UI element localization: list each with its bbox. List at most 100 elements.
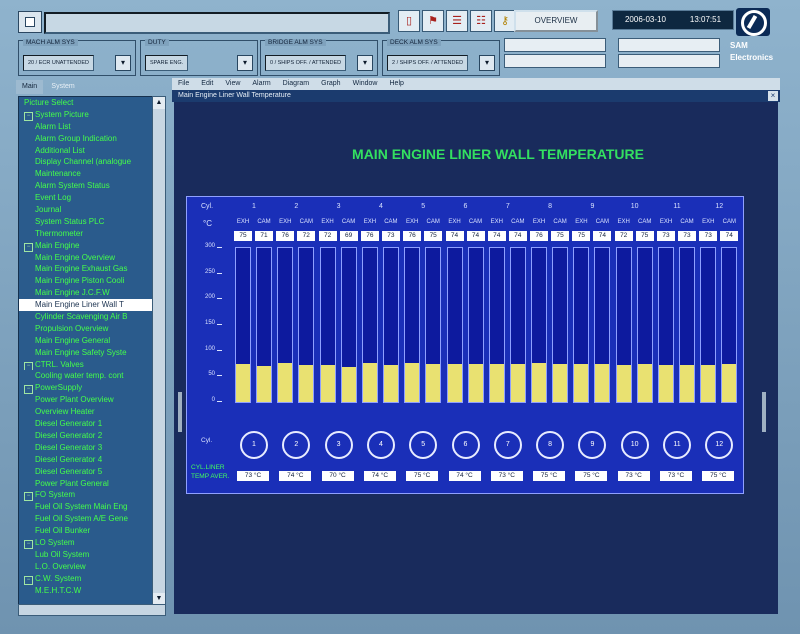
tree-item[interactable]: Picture Select [19,97,153,109]
tree-item[interactable]: Diesel Generator 1 [19,418,153,430]
tree-item[interactable]: − LO System [19,537,153,549]
cylinder-indicator[interactable]: 9 [578,431,607,459]
tree-item[interactable]: Power Plant General [19,478,153,490]
mach-alarm-group: MACH ALM SYS 20 / ECR UNATTENDED ▾ [18,39,136,76]
cylinder-indicator[interactable]: 10 [620,431,649,459]
tree-item[interactable]: Diesel Generator 3 [19,442,153,454]
tree-item[interactable]: − C.W. System [19,573,153,585]
close-icon[interactable]: × [768,91,778,101]
tree-item-label: Overview Heater [35,407,95,417]
blank-icon[interactable]: ▯ [398,10,420,32]
tree-item[interactable]: Fuel Oil Bunker [19,525,153,537]
cam-bar-track [552,247,569,403]
chevron-down-icon[interactable]: ▾ [237,55,253,71]
tree-item[interactable]: Alarm Group Indication [19,133,153,145]
avg-temp-value: 73 °C [617,471,650,481]
chevron-down-icon[interactable]: ▾ [115,55,131,71]
tree-item[interactable]: Power Plant Overview [19,394,153,406]
key-icon[interactable]: ⚷ [494,10,516,32]
flag-icon[interactable]: ⚑ [422,10,444,32]
report-icon[interactable]: ☰ [446,10,468,32]
expand-icon[interactable]: − [24,242,33,252]
exh-bar-track [615,247,632,403]
cam-bar-track [340,247,357,403]
cylinder-indicator[interactable]: 6 [451,431,480,459]
chevron-down-icon[interactable]: ▾ [357,55,373,71]
tree-item[interactable]: Alarm List [19,121,153,133]
tree-item[interactable]: − CTRL. Valves [19,359,153,371]
tree-item[interactable]: Thermometer [19,228,153,240]
menu-item[interactable]: Diagram [277,78,315,90]
cylinder-indicator[interactable]: 11 [663,431,691,459]
tree-item[interactable]: Propulsion Overview [19,323,153,335]
expand-icon[interactable]: − [24,385,33,395]
tree-item[interactable]: L.O. Overview [19,561,153,573]
tree-item[interactable]: Display Channel (analogue [19,156,153,168]
tree-item[interactable]: Main Engine J.C.F.W [19,287,153,299]
tree-item[interactable]: Diesel Generator 5 [19,466,153,478]
tree-item[interactable]: Main Engine General [19,335,153,347]
tree-item[interactable]: − PowerSupply [19,382,153,395]
cylinder-indicator[interactable]: 4 [366,431,395,459]
cylinder-indicator[interactable]: 1 [240,431,268,459]
expand-icon[interactable]: − [24,111,33,121]
menu-item[interactable]: Help [384,78,410,90]
tree-item[interactable]: Main Engine Exhaust Gas [19,263,153,275]
cylinder-indicator[interactable]: 3 [324,431,353,459]
report2-icon[interactable]: ☷ [470,10,492,32]
cam-value: 71 [255,231,273,241]
menu-item[interactable]: Window [347,78,384,90]
menu-item[interactable]: File [172,78,195,90]
menu-item[interactable]: Graph [315,78,346,90]
tree-item[interactable]: Main Engine Liner Wall T [19,299,153,312]
tree-item[interactable]: Maintenance [19,168,153,180]
tree-item[interactable]: Main Engine Safety Syste [19,347,153,359]
exh-bar-track [658,247,674,403]
cylinder-indicator[interactable]: 5 [409,431,438,459]
tree-item[interactable]: Diesel Generator 2 [19,430,153,442]
tree-item[interactable]: − FO System [19,489,153,502]
tree-item[interactable]: Journal [19,204,153,216]
tree-item[interactable]: Additional List [19,145,153,157]
cylinder-indicator[interactable]: 8 [536,431,565,459]
cylinder-indicator[interactable]: 12 [705,431,734,459]
tree-horizontal-scrollbar[interactable] [18,604,166,616]
tree-item[interactable]: Lub Oil System [19,549,153,561]
expand-icon[interactable]: − [24,539,33,549]
tree-item[interactable]: Event Log [19,192,153,204]
tree-item[interactable]: Fuel Oil System Main Eng [19,501,153,513]
tree-item[interactable]: Cylinder Scavenging Air B [19,311,153,323]
cam-label: CAM [638,219,652,225]
tree-item[interactable]: − Main Engine [19,240,153,252]
tree-item[interactable]: − System Picture [19,109,153,121]
exh-value: 72 [614,231,633,241]
tree-item[interactable]: Overview Heater [19,406,153,418]
mimic-canvas: MAIN ENGINE LINER WALL TEMPERATURE Cyl. … [174,102,778,614]
tree-item[interactable]: Alarm System Status [19,180,153,192]
y-tick-mark [217,401,222,402]
tree-item[interactable]: Diesel Generator 4 [19,454,153,466]
tree-item[interactable]: Fuel Oil System A/E Gene [19,513,153,525]
tree-item[interactable]: System Status PLC [19,216,153,228]
tree-item[interactable]: Main Engine Piston Cooli [19,275,153,287]
menu-item[interactable]: Edit [195,78,219,90]
tree-item[interactable]: M.E.H.T.C.W [19,585,153,597]
cylinder-indicator[interactable]: 2 [282,431,311,459]
chevron-down-icon[interactable]: ▾ [479,55,495,71]
scroll-up-icon[interactable]: ▲ [153,97,165,109]
expand-icon[interactable]: − [24,575,33,585]
cylinder-indicator[interactable]: 7 [493,431,522,459]
menu-item[interactable]: View [219,78,246,90]
tab-main[interactable]: Main [16,80,44,94]
expand-icon[interactable]: − [24,361,33,371]
tree-vertical-scrollbar[interactable]: ▲ ▼ [152,96,166,606]
window-icon[interactable] [18,11,42,33]
overview-button[interactable]: OVERVIEW [514,10,598,32]
tree-item-label: Main Engine Exhaust Gas [35,264,128,274]
tree-item-label: Main Engine Piston Cooli [35,276,125,286]
menu-item[interactable]: Alarm [246,78,276,90]
expand-icon[interactable]: − [24,492,33,502]
tree-item[interactable]: Main Engine Overview [19,252,153,264]
tree-item[interactable]: Cooling water temp. cont [19,370,153,382]
tab-system[interactable]: System [45,80,80,94]
